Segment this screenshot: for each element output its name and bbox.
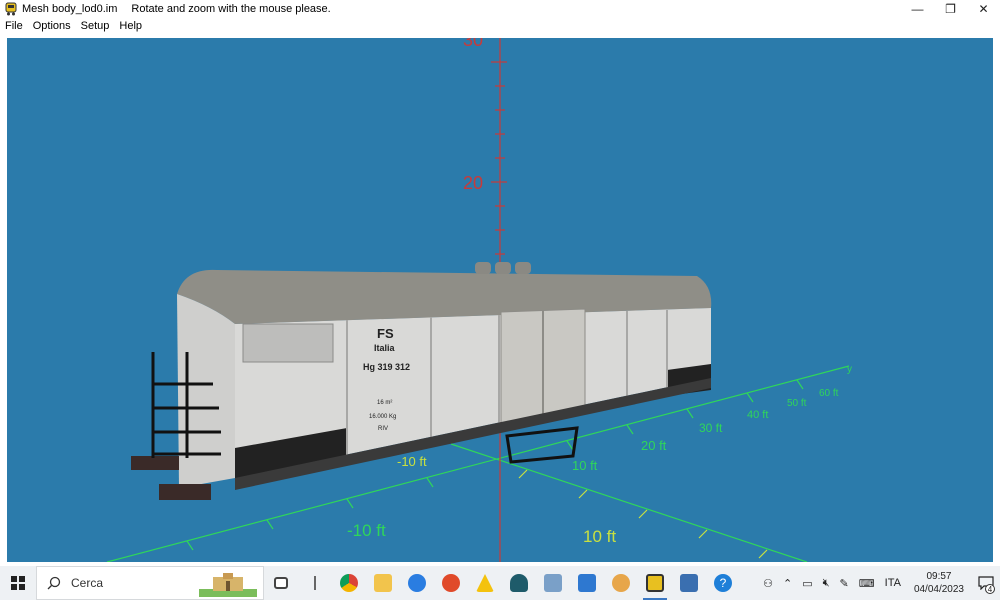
grid-label-10-front: 10 ft xyxy=(583,527,616,546)
grid-label-neg10-front: -10 ft xyxy=(347,521,386,540)
window-app-icon[interactable] xyxy=(570,566,604,600)
wagon-mark-fs: FS xyxy=(377,326,394,341)
grid-label-neg10-back: -10 ft xyxy=(397,454,427,469)
volume-muted-icon[interactable]: 🔇︎ xyxy=(818,577,835,590)
windows-logo-icon xyxy=(11,576,25,590)
search-icon xyxy=(47,576,61,590)
grid-label-30: 30 ft xyxy=(699,421,723,435)
network-icon[interactable]: ▭ xyxy=(797,577,817,590)
window-title: Mesh body_lod0.im xyxy=(22,3,118,15)
grid-label-20: 20 ft xyxy=(641,438,667,453)
clock-date: 04/04/2023 xyxy=(913,584,964,595)
clock-time: 09:57 xyxy=(926,571,952,582)
app-train-icon xyxy=(5,2,17,16)
language-indicator[interactable]: ITA xyxy=(880,577,906,589)
axis-label-30: 30 xyxy=(463,38,483,50)
menu-bar: File Options Setup Help xyxy=(0,18,1000,34)
wagon-mark-riv: RIV xyxy=(378,426,388,432)
pen-icon[interactable]: ✎ xyxy=(835,577,854,590)
grid-label-40: 40 ft xyxy=(747,409,768,421)
file-explorer-icon[interactable] xyxy=(366,566,400,600)
monitor-app-icon[interactable] xyxy=(672,566,706,600)
clock[interactable]: 09:57 04/04/2023 xyxy=(906,570,972,596)
paint-icon[interactable] xyxy=(604,566,638,600)
drive-icon[interactable] xyxy=(468,566,502,600)
helmet-app-icon[interactable] xyxy=(502,566,536,600)
wagon-mark-number: Hg 319 312 xyxy=(363,362,410,372)
start-button[interactable] xyxy=(0,566,36,600)
minimize-button[interactable]: — xyxy=(901,0,934,18)
menu-setup[interactable]: Setup xyxy=(76,20,115,32)
task-view-button[interactable] xyxy=(264,566,298,600)
keyboard-icon[interactable]: ⌨ xyxy=(854,577,880,590)
people-icon[interactable]: ⚇ xyxy=(758,577,778,590)
chrome-icon[interactable] xyxy=(332,566,366,600)
menu-help[interactable]: Help xyxy=(114,20,147,32)
search-placeholder: Cerca xyxy=(71,576,104,590)
taskbar: Cerca ? ⚇ ⌃ ▭ 🔇︎ ✎ ⌨ ITA 09:57 04/04/202… xyxy=(0,566,1000,600)
taskbar-search[interactable]: Cerca xyxy=(36,566,264,600)
train-app-icon[interactable] xyxy=(638,566,672,600)
axis-label-20: 20 xyxy=(463,173,483,193)
3d-viewport[interactable]: 30 20 -10 ft -10 ft 10 ft 20 ft 30 ft 40… xyxy=(7,38,993,562)
wagon-mark-area: 16 m² xyxy=(377,400,392,406)
restore-button[interactable]: ❐ xyxy=(934,0,967,18)
grid-label-60: 60 ft xyxy=(819,388,839,399)
search-highlight-icon xyxy=(199,573,257,597)
notification-count: 4 xyxy=(985,584,995,594)
image-viewer-icon[interactable] xyxy=(536,566,570,600)
close-button[interactable]: ✕ xyxy=(967,0,1000,18)
grid-label-y: y xyxy=(847,364,852,375)
menu-options[interactable]: Options xyxy=(28,20,76,32)
wagon-mark-capacity: 16.000 Kg xyxy=(369,414,396,420)
window-hint: Rotate and zoom with the mouse please. xyxy=(131,3,331,15)
notification-center-button[interactable]: 4 xyxy=(972,566,1000,600)
browser-icon[interactable] xyxy=(400,566,434,600)
menu-file[interactable]: File xyxy=(0,20,28,32)
scene-canvas[interactable]: 30 20 -10 ft -10 ft 10 ft 20 ft 30 ft 40… xyxy=(7,38,993,562)
title-bar: Mesh body_lod0.im Rotate and zoom with t… xyxy=(0,0,1000,18)
chevron-up-icon[interactable]: ⌃ xyxy=(778,577,797,590)
grid-label-50: 50 ft xyxy=(787,398,807,409)
system-tray: ⚇ ⌃ ▭ 🔇︎ ✎ ⌨ ITA 09:57 04/04/2023 4 xyxy=(758,566,1000,600)
help-icon[interactable]: ? xyxy=(706,566,740,600)
ccleaner-icon[interactable] xyxy=(434,566,468,600)
wagon-mark-italia: Italia xyxy=(374,343,396,353)
taskbar-separator xyxy=(298,566,332,600)
grid-label-10-back: 10 ft xyxy=(572,458,598,473)
